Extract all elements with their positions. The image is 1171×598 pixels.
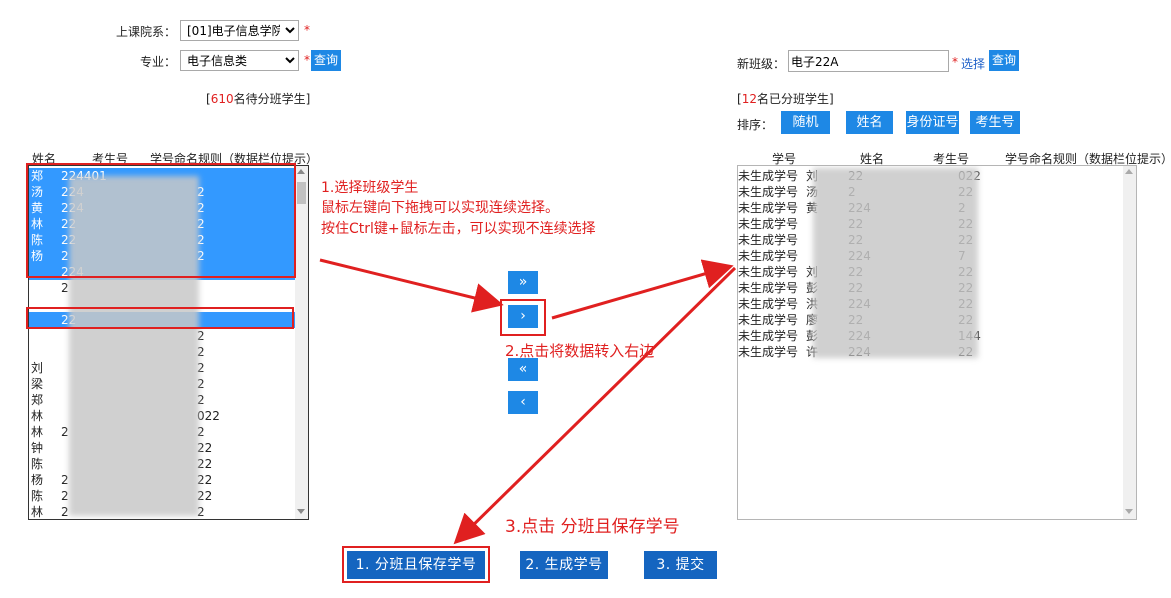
major-label: 专业：: [140, 55, 177, 69]
required-mark: *: [304, 53, 310, 67]
new-class-input[interactable]: [788, 50, 949, 72]
new-class-label: 新班级：: [737, 57, 786, 71]
left-item-name: 杨: [31, 473, 44, 487]
left-item-exam-no: 2: [61, 505, 69, 519]
left-item-name: 林: [31, 425, 44, 439]
right-item-student-no: 未生成学号: [738, 345, 799, 359]
right-item-student-no: 未生成学号: [738, 185, 799, 199]
right-count-number: 12: [741, 92, 757, 106]
left-item-rule: 022: [197, 409, 220, 423]
left-item-name: 钟: [31, 441, 44, 455]
left-item-name: 林: [31, 409, 44, 423]
major-select[interactable]: 电子信息类: [180, 50, 299, 71]
right-item-student-no: 未生成学号: [738, 217, 799, 231]
move-all-left-button[interactable]: «: [508, 358, 538, 381]
step2-hint: 2.点击将数据转入右边: [505, 342, 655, 360]
scroll-down-icon[interactable]: [297, 509, 305, 514]
sort-random-button[interactable]: 随机: [781, 111, 830, 134]
scroll-up-icon[interactable]: [297, 169, 305, 174]
right-item-student-no: 未生成学号: [738, 249, 799, 263]
right-item-student-no: 未生成学号: [738, 169, 799, 183]
right-scrollbar[interactable]: [1123, 166, 1136, 519]
step3-hint: 3.点击 分班且保存学号: [505, 517, 680, 537]
privacy-blur: [813, 168, 978, 358]
right-item-student-no: 未生成学号: [738, 265, 799, 279]
ctrl-selection-highlight-box: [26, 307, 294, 329]
left-item-exam-no: 2: [61, 489, 69, 503]
left-item-rule: 22: [197, 441, 213, 455]
required-mark: *: [952, 55, 958, 69]
right-item-student-no: 未生成学号: [738, 201, 799, 215]
left-item-name: 刘: [31, 361, 44, 375]
department-label: 上课院系：: [116, 25, 177, 39]
sort-exam-no-button[interactable]: 考生号: [970, 111, 1020, 134]
arrow-to-right-list: [551, 259, 734, 320]
left-item-name: 林: [31, 505, 44, 519]
left-item-exam-no: 2: [61, 425, 69, 439]
left-scrollbar[interactable]: [295, 166, 308, 519]
sort-name-button[interactable]: 姓名: [846, 111, 893, 134]
left-item-rule: 22: [197, 473, 213, 487]
left-count: [610名待分班学生]: [206, 90, 310, 107]
sort-id-card-button[interactable]: 身份证号: [906, 111, 959, 134]
sort-label: 排序：: [737, 118, 774, 132]
step1-title: 1.选择班级学生: [321, 180, 419, 196]
move-right-button[interactable]: ›: [508, 305, 538, 328]
scroll-up-icon[interactable]: [1125, 169, 1133, 174]
right-item-student-no: 未生成学号: [738, 313, 799, 327]
department-select[interactable]: [01]电子信息学院: [180, 20, 299, 41]
left-item-name: 陈: [31, 489, 44, 503]
selection-highlight-box: [26, 163, 296, 278]
left-count-text: 名待分班学生]: [233, 92, 311, 106]
left-item-rule: 22: [197, 457, 213, 471]
arrow-to-move-button: [319, 258, 504, 313]
save-assign-button[interactable]: 1. 分班且保存学号: [347, 551, 485, 579]
right-query-button[interactable]: 查询: [989, 50, 1019, 71]
right-student-listbox[interactable]: 未生成学号刘22022未生成学号汤222未生成学号黄2242未生成学号2222未…: [737, 165, 1137, 520]
scroll-down-icon[interactable]: [1125, 509, 1133, 514]
generate-student-no-button[interactable]: 2. 生成学号: [520, 551, 608, 579]
left-query-button[interactable]: 查询: [311, 50, 341, 71]
step1-drag-hint: 鼠标左键向下拖拽可以实现连续选择。: [321, 200, 559, 216]
left-item-name: 陈: [31, 457, 44, 471]
right-count-text: 名已分班学生]: [756, 92, 834, 106]
right-item-student-no: 未生成学号: [738, 297, 799, 311]
right-count: [12名已分班学生]: [737, 90, 834, 107]
move-all-right-button[interactable]: »: [508, 271, 538, 294]
left-count-number: 610: [210, 92, 234, 106]
right-item-student-no: 未生成学号: [738, 329, 799, 343]
step1-ctrl-hint: 按住Ctrl键+鼠标左击，可以实现不连续选择: [321, 221, 596, 237]
left-item-name: 郑: [31, 393, 44, 407]
required-mark: *: [304, 23, 310, 37]
submit-button[interactable]: 3. 提交: [644, 551, 717, 579]
move-left-button[interactable]: ‹: [508, 391, 538, 414]
left-item-name: 梁: [31, 377, 44, 391]
left-item-exam-no: 2: [61, 473, 69, 487]
left-item-rule: 22: [197, 489, 213, 503]
right-item-student-no: 未生成学号: [738, 233, 799, 247]
right-item-student-no: 未生成学号: [738, 281, 799, 295]
left-item-exam-no: 2: [61, 281, 69, 295]
scroll-thumb[interactable]: [297, 182, 306, 204]
choose-link[interactable]: 选择: [961, 55, 985, 72]
